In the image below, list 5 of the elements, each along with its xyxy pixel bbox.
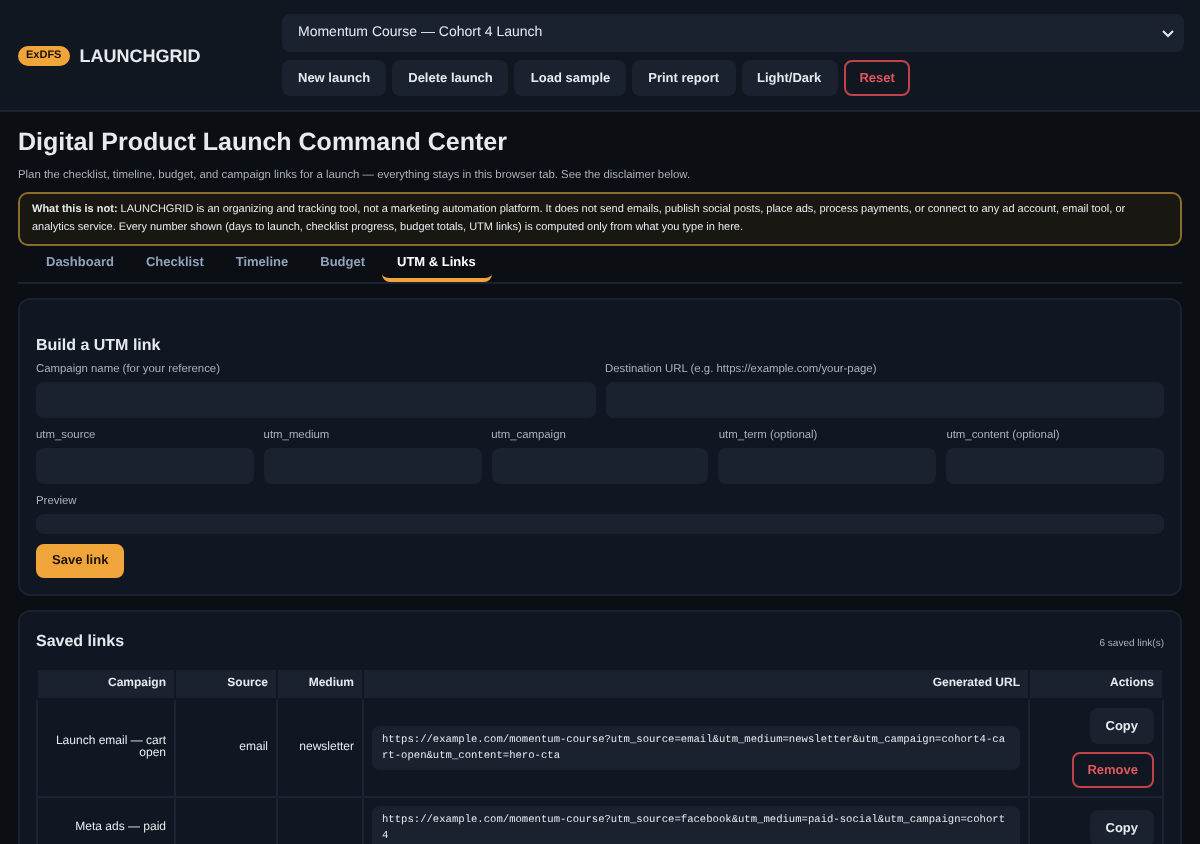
page-title: Digital Product Launch Command Center xyxy=(18,128,509,156)
section-title: Build a UTM link xyxy=(36,336,163,354)
chevron-down-icon xyxy=(1162,29,1174,37)
section-title: Saved links xyxy=(36,632,125,650)
brand-name: LAUNCHGRID xyxy=(79,45,201,65)
